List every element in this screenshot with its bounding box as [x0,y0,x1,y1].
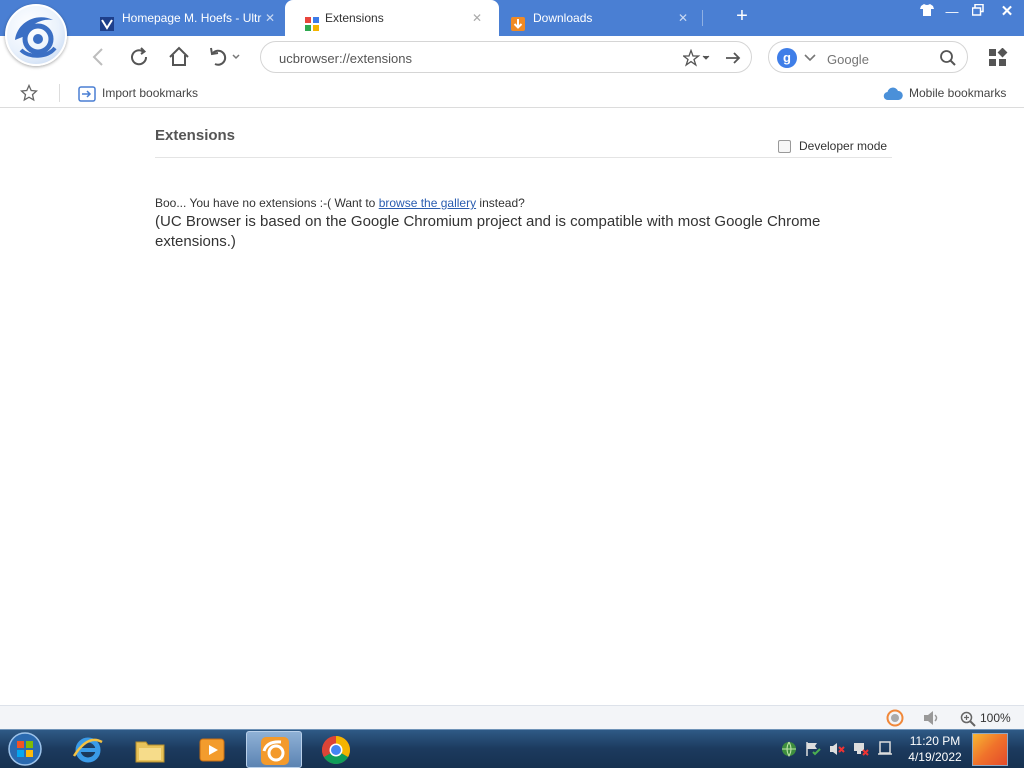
search-icon[interactable] [939,49,957,67]
apps-grid-icon[interactable] [988,47,1008,68]
uc-browser-taskbar-icon[interactable] [246,731,302,768]
volume-muted-icon[interactable] [828,740,846,758]
clock-date: 4/19/2022 [908,750,962,764]
mute-speaker-icon[interactable] [922,709,942,727]
empty-message-suffix: instead? [476,196,525,210]
tab-strip: Homepage M. Hoefs - Ultr ✕ Extensions ✕ … [0,0,1024,66]
tab-label: Downloads [533,11,593,25]
chevron-down-icon[interactable] [803,50,817,64]
back-button[interactable] [87,45,111,69]
zoom-level[interactable]: 100% [960,708,1011,728]
go-arrow-icon[interactable] [724,49,742,67]
developer-mode-checkbox[interactable] [778,140,791,154]
new-tab-button[interactable]: + [733,4,751,30]
search-engine-icon[interactable]: g [777,48,797,68]
download-favicon-icon [511,11,525,31]
action-center-icon[interactable] [876,740,894,758]
address-input[interactable] [279,49,669,67]
restore-button[interactable] [968,3,988,21]
network-globe-icon[interactable] [780,740,798,758]
internet-explorer-taskbar-icon[interactable] [60,731,116,768]
close-tab-icon[interactable]: ✕ [471,2,483,34]
zoom-value: 100% [980,711,1011,725]
system-tray [780,738,900,760]
close-tab-icon[interactable]: ✕ [264,2,276,34]
zoom-icon [960,711,976,727]
developer-mode-toggle[interactable]: Developer mode [778,138,887,154]
system-clock[interactable]: 11:20 PM 4/19/2022 [904,733,966,765]
address-bar [260,41,752,73]
navigation-bar: g [0,36,1024,78]
empty-message-prefix: Boo... You have no extensions :-( Want t… [155,196,379,210]
homepage-favicon-icon [100,11,114,31]
mobile-bookmarks-label: Mobile bookmarks [909,86,1007,100]
undo-close-tab-button[interactable] [206,45,244,69]
media-player-taskbar-icon[interactable] [184,731,240,768]
close-tab-icon[interactable]: ✕ [677,2,689,34]
tab-separator [702,10,703,26]
import-icon [78,85,96,103]
browse-gallery-link[interactable]: browse the gallery [379,196,476,210]
no-extensions-message: Boo... You have no extensions :-( Want t… [155,196,525,210]
bookmark-star-icon[interactable] [681,48,713,67]
tab-downloads[interactable]: Downloads ✕ [511,2,689,36]
extensions-page: Extensions Developer mode Boo... You hav… [0,109,1024,705]
page-title: Extensions [155,127,236,144]
uc-browser-logo-icon[interactable] [5,4,67,66]
tab-extensions[interactable]: Extensions ✕ [285,0,499,36]
tab-label: Extensions [325,11,384,25]
extensions-favicon-icon [305,11,319,31]
windows-taskbar: 11:20 PM 4/19/2022 [0,729,1024,768]
start-button[interactable] [3,731,47,768]
tab-homepage[interactable]: Homepage M. Hoefs - Ultr ✕ [100,2,276,36]
status-bar: 100% [0,705,1024,729]
flag-check-icon[interactable] [804,740,822,758]
skin-tshirt-icon[interactable] [917,3,937,21]
clock-time: 11:20 PM [909,734,961,748]
search-box: g [768,41,968,73]
divider [59,84,60,102]
close-window-button[interactable]: ✕ [997,3,1017,21]
file-explorer-taskbar-icon[interactable] [122,731,178,768]
cloud-icon [883,85,903,103]
reload-button[interactable] [127,45,151,69]
home-button[interactable] [167,45,191,69]
show-desktop-button[interactable] [972,733,1008,766]
minimize-button[interactable]: — [942,3,962,21]
chrome-taskbar-icon[interactable] [308,731,364,768]
bookmarks-bar: Import bookmarks Mobile bookmarks [0,78,1024,108]
mobile-bookmarks-link[interactable]: Mobile bookmarks [883,83,1006,103]
cloud-sync-icon[interactable] [884,708,906,728]
developer-mode-label: Developer mode [799,139,888,153]
import-bookmarks-label: Import bookmarks [102,86,199,100]
tab-label: Homepage M. Hoefs - Ultr [122,11,262,25]
favorites-star-icon[interactable] [19,83,39,102]
network-error-icon[interactable] [852,740,870,758]
import-bookmarks-link[interactable]: Import bookmarks [78,83,198,103]
search-input[interactable] [827,50,927,68]
compatibility-note: (UC Browser is based on the Google Chrom… [155,213,821,250]
header-divider [155,157,892,158]
